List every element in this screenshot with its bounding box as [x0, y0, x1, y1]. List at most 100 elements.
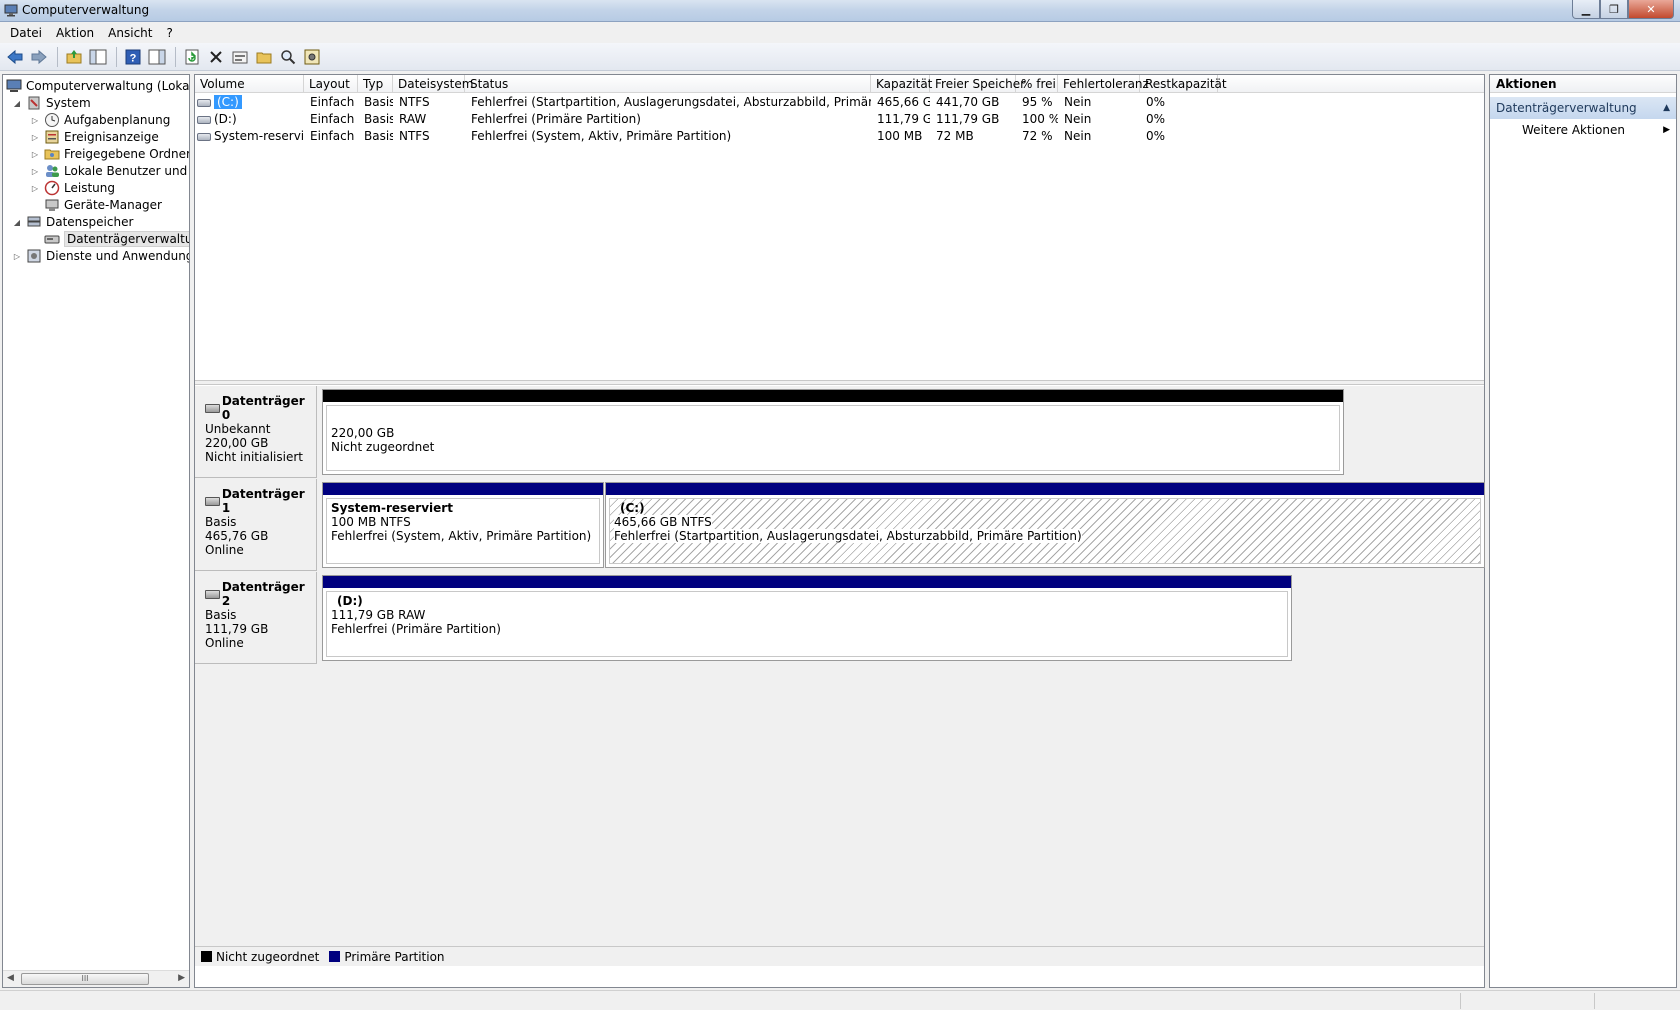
typ-cell: Basis [364, 112, 393, 126]
typ-cell: Basis [364, 95, 393, 109]
search-icon[interactable] [277, 46, 299, 68]
expand-icon[interactable]: ▷ [12, 252, 22, 261]
tree-item-label: Datenträgerverwaltung [64, 231, 189, 247]
volume-list: Volume Layout Typ Dateisystem Status Kap… [195, 75, 1484, 380]
actions-section-datentraegerverwaltung[interactable]: Datenträgerverwaltung ▲ [1490, 97, 1676, 119]
filesystem-cell: NTFS [399, 129, 430, 143]
properties-icon[interactable] [229, 46, 251, 68]
column-header-restkapazitaet[interactable]: Restkapazität [1140, 75, 1227, 93]
maximize-button[interactable]: ❐ [1600, 0, 1628, 19]
menu-datei[interactable]: Datei [4, 26, 48, 40]
show-hide-tree-icon[interactable] [87, 46, 109, 68]
disk-icon [205, 589, 220, 599]
tree-item-label: Datenspeicher [46, 215, 134, 229]
close-button[interactable]: ✕ [1628, 0, 1674, 19]
partition-status: Fehlerfrei (Startpartition, Auslagerungs… [614, 529, 1480, 543]
collapse-up-icon[interactable]: ▲ [1663, 97, 1670, 119]
disk-name-label: Datenträger 2 [221, 580, 305, 608]
disk-management-icon [44, 235, 60, 244]
partition-c[interactable]: (C:) 465,66 GB NTFS Fehlerfrei (Startpar… [605, 482, 1485, 568]
layout-cell: Einfach [310, 95, 355, 109]
volume-name: System-reserviert [214, 129, 304, 143]
expand-icon[interactable]: ▷ [30, 167, 40, 176]
expand-icon[interactable]: ▷ [30, 116, 40, 125]
column-header-status[interactable]: Status [465, 75, 871, 93]
column-header-volume[interactable]: Volume [195, 75, 304, 93]
column-header-typ[interactable]: Typ [358, 75, 393, 93]
open-icon[interactable] [253, 46, 275, 68]
disk-name: Datenträger 0 [205, 394, 316, 422]
collapse-icon[interactable]: ◢ [12, 218, 22, 227]
tree-item-leistung[interactable]: ▷ Leistung [30, 179, 115, 197]
action-weitere-aktionen[interactable]: Weitere Aktionen ▶ [1490, 119, 1676, 141]
partition-size: 220,00 GB [331, 426, 395, 440]
scroll-right-icon[interactable]: ▶ [178, 973, 185, 983]
volume-cell: (C:) [195, 94, 304, 111]
menu-ansicht[interactable]: Ansicht [102, 26, 158, 40]
tree-item-geraete-manager[interactable]: Geräte-Manager [44, 196, 162, 214]
table-row[interactable]: System-reserviert Einfach Basis NTFS Feh… [195, 128, 1484, 145]
column-header-prozent-frei[interactable]: % frei [1016, 75, 1058, 93]
volume-name: (D:) [214, 112, 237, 126]
legend-swatch [201, 951, 212, 962]
partition-system-reserved[interactable]: System-reserviert 100 MB NTFS Fehlerfrei… [322, 482, 604, 568]
disk-type: Unbekannt [205, 422, 271, 436]
legend-item-unallocated: Nicht zugeordnet [201, 950, 319, 964]
tree-horizontal-scrollbar[interactable]: ◀ III ▶ [3, 970, 189, 987]
free-space-cell: 441,70 GB [936, 95, 1000, 109]
tree-item-system[interactable]: ◢ System [12, 94, 91, 112]
expand-icon[interactable]: ▷ [30, 150, 40, 159]
table-row[interactable]: (D:) Einfach Basis RAW Fehlerfrei (Primä… [195, 111, 1484, 128]
pane-splitter[interactable] [195, 380, 1484, 385]
disk-info-0[interactable]: Datenträger 0 Unbekannt 220,00 GB Nicht … [195, 386, 317, 478]
collapse-icon[interactable]: ◢ [12, 99, 22, 108]
column-header-dateisystem[interactable]: Dateisystem [393, 75, 473, 93]
back-icon[interactable] [4, 46, 26, 68]
column-header-fehlertoleranz[interactable]: Fehlertoleranz [1058, 75, 1149, 93]
tree-item-freigegebene-ordner[interactable]: ▷ Freigegebene Ordner [30, 145, 189, 163]
partition-bar [606, 483, 1484, 495]
delete-icon[interactable] [205, 46, 227, 68]
scroll-thumb[interactable]: III [21, 973, 149, 985]
computer-management-icon [4, 4, 18, 17]
show-hide-action-pane-icon[interactable] [146, 46, 168, 68]
tree-item-datentraegerverwaltung[interactable]: Datenträgerverwaltung [44, 230, 189, 248]
settings-icon[interactable] [301, 46, 323, 68]
tree-item-computerverwaltung[interactable]: Computerverwaltung (Lokal) [6, 77, 189, 95]
partition-bar [323, 483, 603, 495]
up-folder-icon[interactable] [63, 46, 85, 68]
disk-info-2[interactable]: Datenträger 2 Basis 111,79 GB Online [195, 572, 317, 664]
column-header-layout[interactable]: Layout [304, 75, 358, 93]
menu-help[interactable]: ? [160, 26, 178, 40]
drive-icon [197, 115, 211, 124]
capacity-cell: 111,79 GB [877, 112, 930, 126]
event-viewer-icon [45, 130, 59, 144]
scroll-left-icon[interactable]: ◀ [7, 973, 14, 983]
partition-body: 220,00 GB Nicht zugeordnet [326, 405, 1340, 471]
menu-aktion[interactable]: Aktion [50, 26, 100, 40]
help-icon[interactable]: ? [122, 46, 144, 68]
expand-icon[interactable]: ▷ [30, 184, 40, 193]
minimize-button[interactable]: ▁ [1572, 0, 1600, 19]
disk-info-1[interactable]: Datenträger 1 Basis 465,76 GB Online [195, 479, 317, 571]
column-header-kapazitaet[interactable]: Kapazität [871, 75, 932, 93]
partition-status: Nicht zugeordnet [331, 440, 435, 454]
expand-icon[interactable]: ▷ [30, 133, 40, 142]
table-row[interactable]: (C:) Einfach Basis NTFS Fehlerfrei (Star… [195, 94, 1484, 111]
tree-item-lokale-benutzer[interactable]: ▷ Lokale Benutzer und Gr [30, 162, 189, 180]
tree-item-datenspeicher[interactable]: ◢ Datenspeicher [12, 213, 133, 231]
refresh-icon[interactable] [181, 46, 203, 68]
tree-item-dienste-und-anwendungen[interactable]: ▷ Dienste und Anwendungen [12, 247, 189, 265]
tree-item-label: Aufgabenplanung [64, 113, 171, 127]
volume-cell: (D:) [195, 111, 304, 128]
forward-icon[interactable] [28, 46, 50, 68]
partition-d[interactable]: (D:) 111,79 GB RAW Fehlerfrei (Primäre P… [322, 575, 1292, 661]
tree-item-aufgabenplanung[interactable]: ▷ Aufgabenplanung [30, 111, 170, 129]
tree-item-label: System [46, 96, 91, 110]
column-header-freier-speicher[interactable]: Freier Speicher [930, 75, 1025, 93]
overhead-cell: 0% [1146, 112, 1166, 126]
window-title: Computerverwaltung [22, 3, 150, 17]
partition-unallocated[interactable]: 220,00 GB Nicht zugeordnet [322, 389, 1344, 475]
tree-item-ereignisanzeige[interactable]: ▷ Ereignisanzeige [30, 128, 159, 146]
partition-size-label: 465,66 GB NTFS [614, 515, 712, 529]
